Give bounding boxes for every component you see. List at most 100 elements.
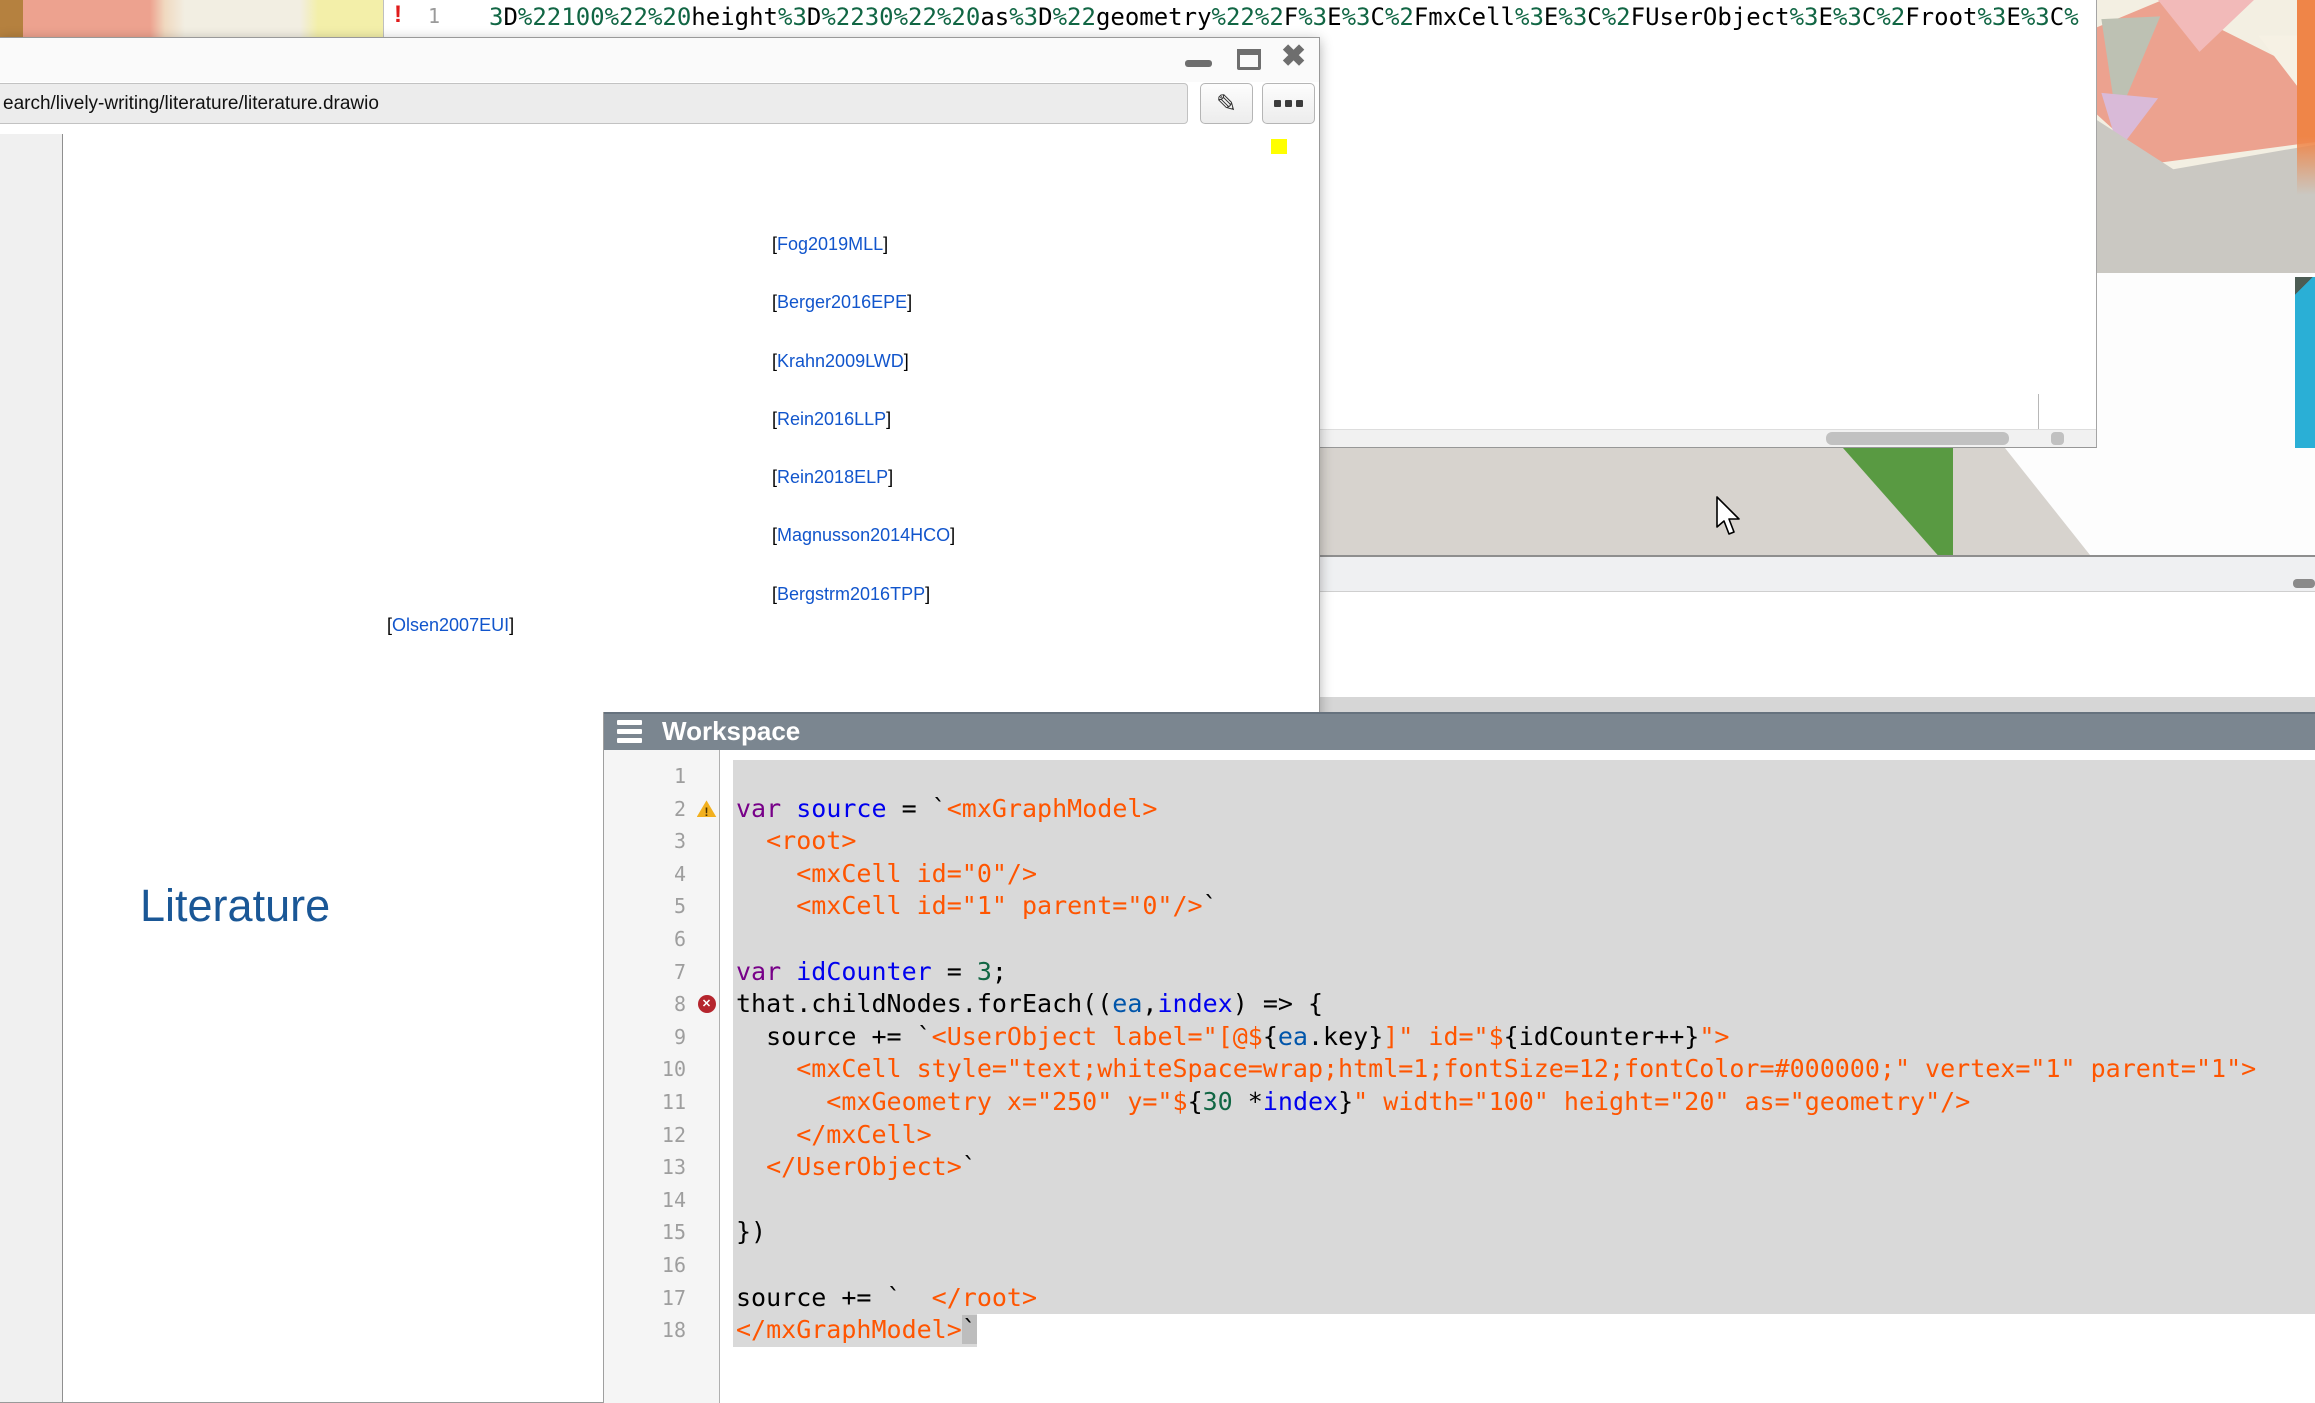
code-token: { (1188, 1087, 1203, 1116)
gutter-icon-slot (690, 890, 723, 923)
code-line-row[interactable]: 1 (604, 760, 2315, 793)
code-line-row[interactable]: 2var source = `<mxGraphModel> (604, 793, 2315, 826)
gutter-icon-slot (690, 1021, 723, 1054)
code-line[interactable]: source += `<UserObject label="[@${ea.key… (723, 1021, 2315, 1054)
code-line-row[interactable]: 4 <mxCell id="0"/> (604, 858, 2315, 891)
code-line[interactable]: </mxCell> (723, 1119, 2315, 1152)
code-line-row[interactable]: 17source += ` </root> (604, 1282, 2315, 1315)
error-marker-icon: ! (394, 1, 402, 29)
code-token: , (1142, 989, 1157, 1018)
code-line[interactable]: <mxCell id="1" parent="0"/>` (723, 890, 2315, 923)
citation-label[interactable]: [Olsen2007EUI] (387, 615, 514, 636)
citation-text: Rein2018ELP (777, 467, 888, 487)
code-line-row[interactable]: 16 (604, 1249, 2315, 1282)
code-line[interactable] (723, 760, 2315, 793)
code-line[interactable]: <mxCell id="0"/> (723, 858, 2315, 891)
more-options-button[interactable] (1262, 83, 1315, 124)
line-number: 8 (604, 988, 690, 1021)
code-token: %2 (1876, 3, 1905, 31)
code-line[interactable]: <mxCell style="text;whiteSpace=wrap;html… (723, 1053, 2315, 1086)
selection-highlight (733, 1249, 2315, 1282)
gutter-icon-slot (690, 760, 723, 793)
code-token: geometry (1096, 3, 1212, 31)
code-line-row[interactable]: 12 </mxCell> (604, 1119, 2315, 1152)
wallpaper-top-right (2097, 0, 2315, 273)
code-line-row[interactable]: 9 source += `<UserObject label="[@${ea.k… (604, 1021, 2315, 1054)
citation-text: ] (925, 584, 930, 604)
panel-resize-handle[interactable] (2293, 579, 2315, 588)
gutter-icon-slot (690, 1151, 723, 1184)
code-line[interactable]: var idCounter = 3; (723, 956, 2315, 989)
horizontal-scrollbar-thumb[interactable] (2051, 432, 2064, 445)
code-line-row[interactable]: 18</mxGraphModel>` (604, 1314, 2315, 1347)
line-number: 10 (604, 1053, 690, 1086)
code-line-row[interactable]: 8 that.childNodes.forEach((ea,index) => { (604, 988, 2315, 1021)
code-line-row[interactable]: 5 <mxCell id="1" parent="0"/>` (604, 890, 2315, 923)
hamburger-menu-icon[interactable] (617, 720, 642, 743)
code-token: %3 (1009, 3, 1038, 31)
code-line-row[interactable]: 13 </UserObject>` (604, 1151, 2315, 1184)
selection-highlight: <mxGeometry x="250" y="${30 *index}" wid… (733, 1086, 2315, 1119)
code-token: E (1327, 3, 1341, 31)
code-token: %3 (1298, 3, 1327, 31)
code-line[interactable]: </UserObject>` (723, 1151, 2315, 1184)
encoded-code-line[interactable]: 3D%22100%22%20height%3D%2230%22%20as%3D%… (489, 3, 2079, 31)
code-line[interactable] (723, 923, 2315, 956)
code-line[interactable] (723, 1184, 2315, 1217)
code-token: source += ` (736, 1022, 932, 1051)
code-line-row[interactable]: 11 <mxGeometry x="250" y="${30 *index}" … (604, 1086, 2315, 1119)
minimize-icon[interactable] (1185, 60, 1212, 67)
workspace-titlebar[interactable] (604, 712, 2315, 750)
code-line[interactable]: that.childNodes.forEach((ea,index) => { (723, 988, 2315, 1021)
yellow-marker (1271, 139, 1287, 154)
close-icon[interactable]: ✖ (1281, 39, 1306, 74)
code-line-row[interactable]: 6 (604, 923, 2315, 956)
edit-button[interactable]: ✎ (1200, 83, 1253, 124)
window-titlebar[interactable] (0, 38, 1320, 82)
line-number: 13 (604, 1151, 690, 1184)
line-number: 12 (604, 1119, 690, 1152)
citation-text: ] (950, 525, 955, 545)
code-token: <UserObject label="[@ (932, 1022, 1248, 1051)
maximize-icon[interactable] (1237, 49, 1261, 70)
code-line[interactable]: <mxGeometry x="250" y="${30 *index}" wid… (723, 1086, 2315, 1119)
file-path-input[interactable]: earch/lively-writing/literature/literatu… (0, 83, 1188, 124)
code-token: {idCounter++} (1504, 1022, 1700, 1051)
citation-text: ] (886, 409, 891, 429)
citation-label[interactable]: [Krahn2009LWD] (772, 351, 955, 372)
code-line-row[interactable]: 3 <root> (604, 825, 2315, 858)
code-line[interactable]: source += ` </root> (723, 1282, 2315, 1315)
code-token: E (1544, 3, 1558, 31)
code-line[interactable]: </mxGraphModel>` (723, 1314, 2315, 1347)
citation-label[interactable]: [Rein2016LLP] (772, 409, 955, 430)
code-line[interactable] (723, 1249, 2315, 1282)
selection-highlight (733, 923, 2315, 956)
code-token: } (1338, 1087, 1353, 1116)
code-line[interactable]: var source = `<mxGraphModel> (723, 793, 2315, 826)
diagram-heading[interactable]: Literature (140, 880, 330, 932)
citation-label[interactable]: [Berger2016EPE] (772, 292, 955, 313)
selection-highlight: <mxCell id="0"/> (733, 858, 2315, 891)
citation-label[interactable]: [Rein2018ELP] (772, 467, 955, 488)
code-token: .key} (1308, 1022, 1383, 1051)
citation-label[interactable]: [Bergstrm2016TPP] (772, 584, 955, 605)
citation-label[interactable]: [Fog2019MLL] (772, 234, 955, 255)
code-rows[interactable]: 12var source = `<mxGraphModel>3 <root>4 … (604, 760, 2315, 1347)
code-line[interactable]: }) (723, 1216, 2315, 1249)
code-token: FUserObject (1631, 3, 1790, 31)
citation-label[interactable]: [Magnusson2014HCO] (772, 525, 955, 546)
code-line-row[interactable]: 10 <mxCell style="text;whiteSpace=wrap;h… (604, 1053, 2315, 1086)
horizontal-scrollbar-thumb[interactable] (1826, 432, 2009, 445)
pencil-icon: ✎ (1216, 89, 1237, 119)
code-token: </UserObject> (736, 1152, 962, 1181)
code-token: %3 (1558, 3, 1587, 31)
code-line-row[interactable]: 7var idCounter = 3; (604, 956, 2315, 989)
code-token: as (980, 3, 1009, 31)
gutter-icon-slot (690, 858, 723, 891)
selection-highlight: </mxGraphModel>` (733, 1314, 977, 1347)
code-token: E (1819, 3, 1833, 31)
code-line-row[interactable]: 15}) (604, 1216, 2315, 1249)
code-line-row[interactable]: 14 (604, 1184, 2315, 1217)
code-line[interactable]: <root> (723, 825, 2315, 858)
code-token: height (691, 3, 778, 31)
